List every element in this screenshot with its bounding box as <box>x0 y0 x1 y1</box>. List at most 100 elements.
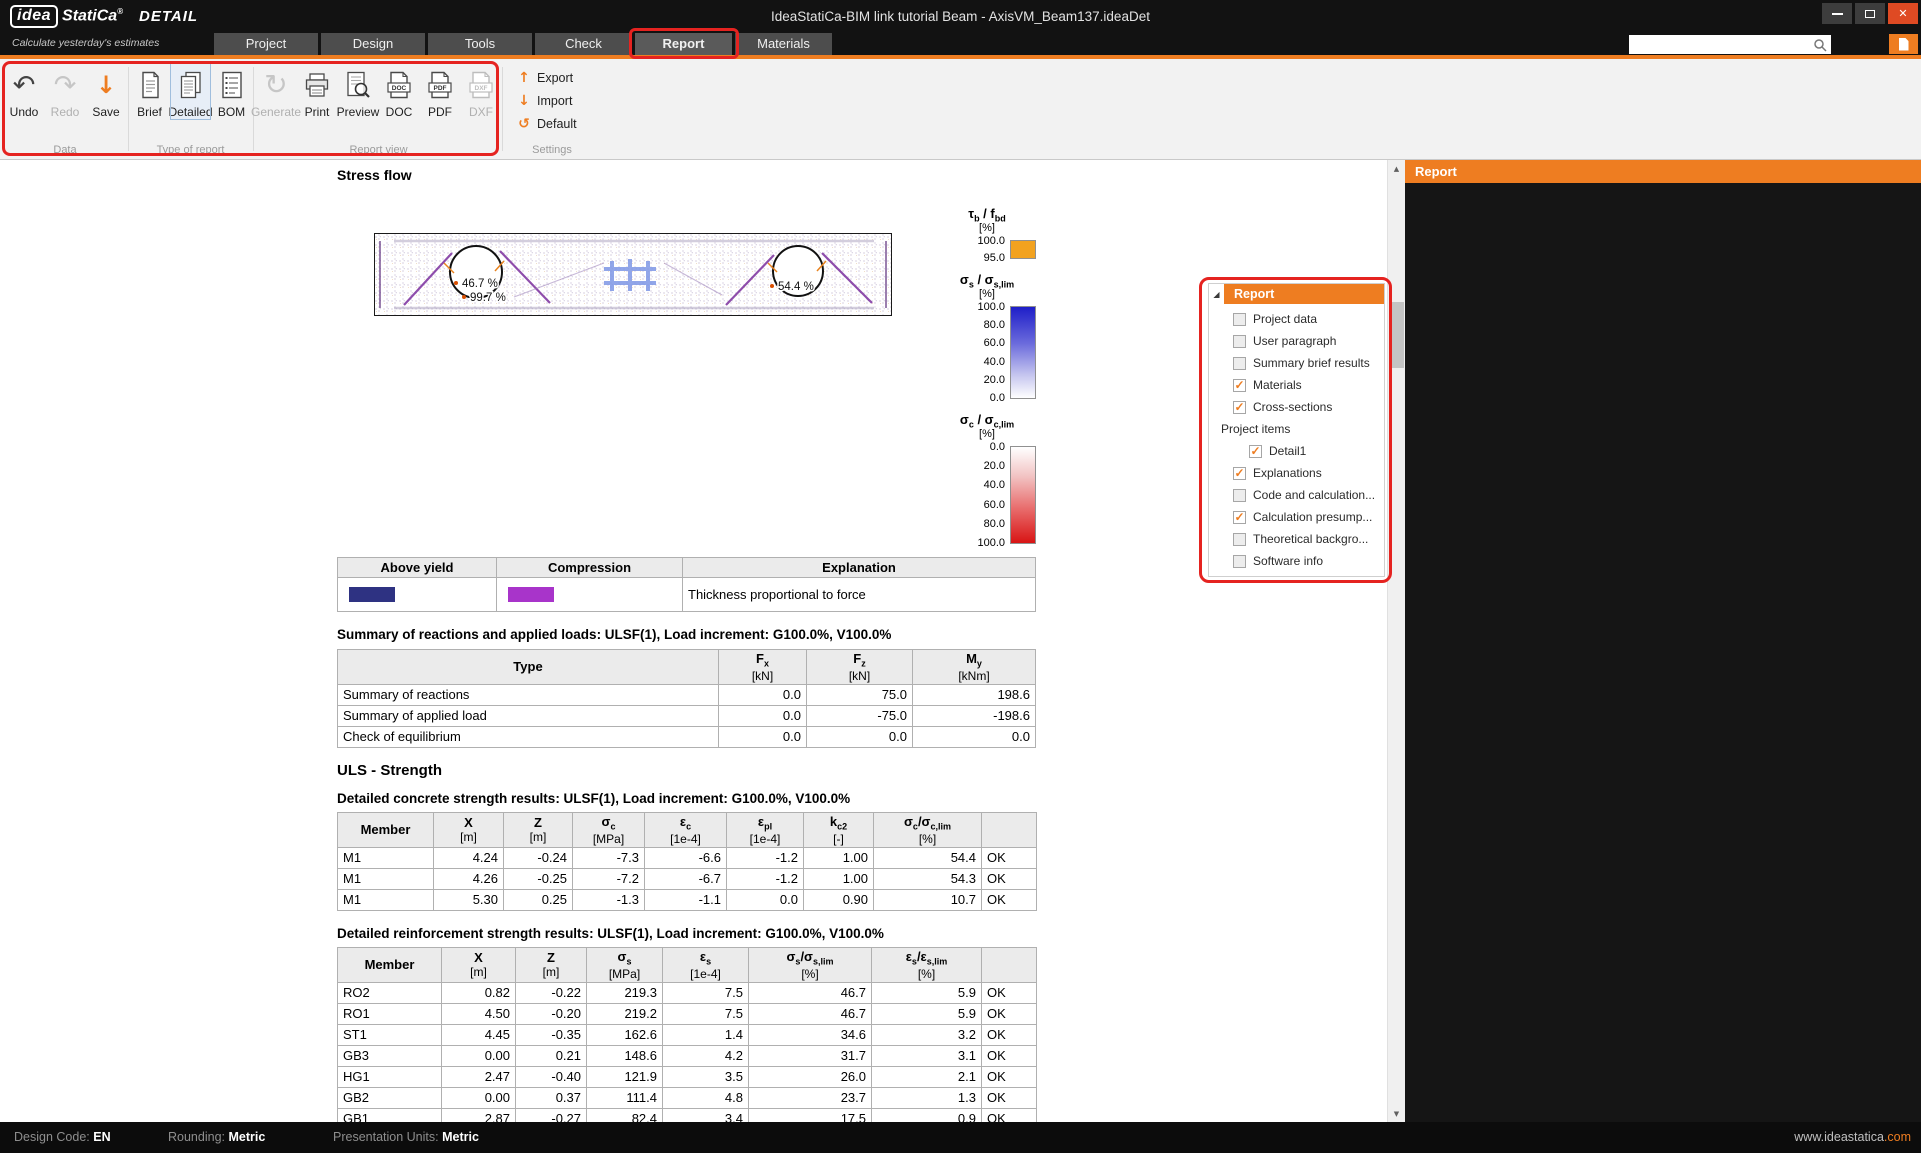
col-header-member: Member <box>338 813 434 848</box>
concrete-results-heading: Detailed concrete strength results: ULSF… <box>337 791 850 806</box>
export-doc-button[interactable]: DOC DOC <box>380 64 419 119</box>
report-settings-header: ◢ Report <box>1209 284 1384 304</box>
bom-report-button[interactable]: BOM <box>212 64 251 119</box>
col-header-above-yield: Above yield <box>338 558 497 578</box>
maximize-button[interactable] <box>1855 3 1885 24</box>
report-item-project-data[interactable]: Project data <box>1209 308 1384 330</box>
pdf-file-icon: PDF <box>427 66 453 104</box>
main-tabs: Project Design Tools Check Report Materi… <box>214 33 832 55</box>
scrollbar-thumb[interactable] <box>1389 302 1404 368</box>
checkbox[interactable] <box>1233 555 1246 568</box>
close-button[interactable]: ✕ <box>1888 3 1918 24</box>
report-item-project-items-label: Project items <box>1209 418 1384 440</box>
table-row: M1 4.24 -0.24 -7.3 -6.6 -1.2 1.00 54.4 O… <box>338 847 1037 868</box>
window-controls: ✕ <box>1822 3 1918 24</box>
col-header-x: X[m] <box>434 813 504 848</box>
undo-icon: ↶ <box>13 66 36 104</box>
report-item-software-info[interactable]: Software info <box>1209 550 1384 572</box>
report-item-explanations[interactable]: Explanations <box>1209 462 1384 484</box>
ribbon-separator <box>128 67 129 151</box>
checkbox[interactable] <box>1233 489 1246 502</box>
reinforcement-results-heading: Detailed reinforcement strength results:… <box>337 926 884 941</box>
brief-report-button[interactable]: Brief <box>130 64 169 119</box>
checkbox[interactable] <box>1249 445 1262 458</box>
import-icon: ↓ <box>518 93 530 109</box>
ribbon-group-data: ↶ Undo ↷ Redo ↓ Save Data <box>4 59 126 159</box>
reactions-heading: Summary of reactions and applied loads: … <box>337 627 891 642</box>
info-button[interactable] <box>1889 34 1918 54</box>
bom-list-icon <box>220 66 244 104</box>
col-header-kc2: kc2[-] <box>804 813 874 848</box>
table-row: M1 5.30 0.25 -1.3 -1.1 0.0 0.90 10.7 OK <box>338 889 1037 910</box>
statica-wordmark: StatiCa® <box>62 7 123 25</box>
module-name: DETAIL <box>139 8 198 25</box>
report-item-theoretical-background[interactable]: Theoretical backgro... <box>1209 528 1384 550</box>
website-link[interactable]: www.ideastatica.com <box>1794 1130 1911 1144</box>
report-item-user-paragraph[interactable]: User paragraph <box>1209 330 1384 352</box>
scroll-down-icon[interactable]: ▼ <box>1388 1105 1405 1122</box>
window-title: IdeaStatiCa-BIM link tutorial Beam - Axi… <box>400 0 1521 33</box>
checkbox[interactable] <box>1233 313 1246 326</box>
export-dxf-button[interactable]: DXF DXF <box>462 64 501 119</box>
group-label-type-of-report: Type of report <box>130 144 251 156</box>
generate-button[interactable]: ↻ Generate <box>257 64 296 119</box>
export-settings-button[interactable]: ↑ Export <box>506 66 598 89</box>
col-header-sigma-s: σs[MPa] <box>587 948 663 983</box>
tab-check[interactable]: Check <box>535 33 632 55</box>
tab-design[interactable]: Design <box>321 33 425 55</box>
default-settings-button[interactable]: ↺ Default <box>506 112 598 135</box>
checkbox[interactable] <box>1233 357 1246 370</box>
report-item-summary-brief-results[interactable]: Summary brief results <box>1209 352 1384 374</box>
checkbox[interactable] <box>1233 533 1246 546</box>
checkbox[interactable] <box>1233 467 1246 480</box>
checkbox[interactable] <box>1233 379 1246 392</box>
redo-button[interactable]: ↷ Redo <box>46 64 85 119</box>
report-item-cross-sections[interactable]: Cross-sections <box>1209 396 1384 418</box>
scale-tick-labels: 0.0 20.0 40.0 60.0 80.0 100.0 <box>977 441 1005 549</box>
undo-button[interactable]: ↶ Undo <box>5 64 44 119</box>
chevron-expander-icon[interactable]: ◢ <box>1209 284 1224 304</box>
blue-color-bar <box>1010 306 1036 399</box>
import-settings-button[interactable]: ↓ Import <box>506 89 598 112</box>
reinforcement-strength-table: Member X[m] Z[m] σs[MPa] εs[1e-4] σs/σs,… <box>337 947 1037 1122</box>
detailed-report-button[interactable]: Detailed <box>171 64 210 119</box>
checkbox[interactable] <box>1233 335 1246 348</box>
vertical-scrollbar[interactable]: ▲ ▼ <box>1387 160 1405 1122</box>
detailed-pages-icon <box>178 66 204 104</box>
report-item-materials[interactable]: Materials <box>1209 374 1384 396</box>
col-header-member: Member <box>338 948 442 983</box>
preview-button[interactable]: Preview <box>339 64 378 119</box>
tab-tools[interactable]: Tools <box>428 33 532 55</box>
stress-flow-heading: Stress flow <box>337 167 412 183</box>
presentation-units-status: Presentation Units: Metric <box>333 1130 479 1144</box>
col-header-fx: Fx[kN] <box>719 650 807 685</box>
report-side-panel: Report <box>1405 160 1921 1122</box>
table-row: M1 4.26 -0.25 -7.2 -6.7 -1.2 1.00 54.3 O… <box>338 868 1037 889</box>
checkbox[interactable] <box>1233 511 1246 524</box>
scroll-up-icon[interactable]: ▲ <box>1388 160 1405 177</box>
stress-annotation-2: 99.7 % <box>470 292 506 304</box>
tab-report[interactable]: Report <box>635 33 732 55</box>
search-box[interactable] <box>1629 35 1831 54</box>
save-button[interactable]: ↓ Save <box>87 64 126 119</box>
table-row: ST1 4.45 -0.35 162.6 1.4 34.6 3.2 OK <box>338 1024 1037 1045</box>
brief-page-icon <box>139 66 161 104</box>
export-pdf-button[interactable]: PDF PDF <box>421 64 460 119</box>
tab-materials[interactable]: Materials <box>735 33 832 55</box>
table-row: Summary of applied load 0.0 -75.0 -198.6 <box>338 705 1036 726</box>
above-yield-swatch <box>349 587 395 602</box>
compression-swatch <box>508 587 554 602</box>
main-menu-bar: Project Design Tools Check Report Materi… <box>0 33 1921 55</box>
minimize-button[interactable] <box>1822 3 1852 24</box>
print-button[interactable]: Print <box>298 64 337 119</box>
search-icon[interactable] <box>1813 38 1827 52</box>
ribbon-group-type-of-report: Brief Detailed BOM Type of report <box>130 59 251 159</box>
report-item-code-and-calculation[interactable]: Code and calculation... <box>1209 484 1384 506</box>
save-icon: ↓ <box>96 66 116 104</box>
search-input[interactable] <box>1633 37 1813 52</box>
tab-project[interactable]: Project <box>214 33 318 55</box>
app-logo: idea StatiCa® DETAIL <box>10 5 198 28</box>
checkbox[interactable] <box>1233 401 1246 414</box>
report-item-calculation-presumptions[interactable]: Calculation presump... <box>1209 506 1384 528</box>
report-item-detail1[interactable]: Detail1 <box>1209 440 1384 462</box>
